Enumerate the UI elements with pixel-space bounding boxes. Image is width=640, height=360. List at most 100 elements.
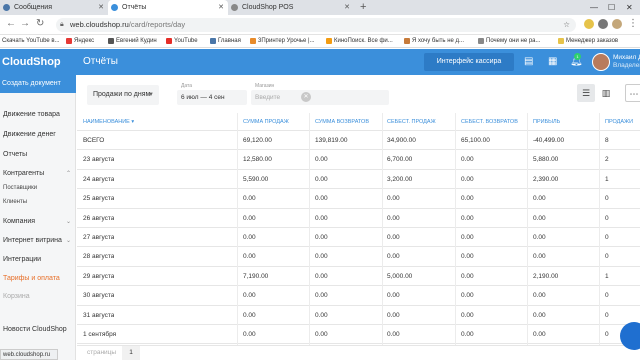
cell-profit: 0.00: [533, 311, 546, 319]
table-row[interactable]: 28 августа 0.00 0.00 0.00 0.00 0.00 0: [77, 247, 640, 267]
bookmark[interactable]: Почему они не ра...: [478, 35, 541, 48]
table-total-row[interactable]: ВСЕГО 69,120.00 139,819.00 34,900.00 65,100.…: [77, 131, 640, 151]
bookmark[interactable]: 3Принтер Урочье |...: [250, 35, 315, 48]
chat-bubble-icon[interactable]: [620, 322, 640, 350]
sidebar-item-reports[interactable]: Отчеты: [3, 151, 27, 158]
export-button[interactable]: ⋯: [625, 84, 640, 102]
sidebar-item-tariffs[interactable]: Тарифы и оплата: [3, 275, 60, 282]
cell-sales: 0.00: [243, 234, 256, 241]
browser-status-url: web.cloudshop.ru: [0, 349, 58, 360]
table-view-icon[interactable]: ☰: [577, 84, 595, 102]
column-header-returns-cost[interactable]: СЕБЕСТ. ВОЗВРАТОВ: [461, 119, 518, 125]
table-row[interactable]: 29 августа 7,190.00 0.00 5,000.00 0.00 2,190.…: [77, 267, 640, 287]
table-row[interactable]: 24 августа 5,590.00 0.00 3,200.00 0.00 2,390.…: [77, 170, 640, 190]
sidebar-item-news[interactable]: Новости CloudShop: [3, 326, 67, 333]
table-row[interactable]: 23 августа 12,580.00 0.00 6,700.00 0.00 5,880…: [77, 150, 640, 170]
date-range-input[interactable]: 6 июл — 4 сен: [177, 90, 247, 105]
cell-name: 23 августа: [83, 156, 115, 164]
avatar[interactable]: [592, 53, 610, 71]
bookmark[interactable]: Скачать YouTube в...: [2, 35, 60, 48]
cell-sales-count: 2: [605, 156, 609, 164]
sidebar-item-contractors[interactable]: Контрагенты: [3, 170, 44, 177]
browser-tab-pos[interactable]: CloudShop POS ✕: [228, 0, 354, 15]
store-input[interactable]: Введите: [251, 90, 389, 105]
user-menu[interactable]: Михаил Д Владелец: [613, 54, 640, 70]
bookmark-star-icon[interactable]: ☆: [563, 18, 570, 32]
column-header-sales-count[interactable]: ПРОДАЖИ: [605, 119, 633, 125]
table-row[interactable]: 27 августа 0.00 0.00 0.00 0.00 0.00 0: [77, 228, 640, 248]
reload-icon[interactable]: ↻: [36, 18, 44, 29]
cashier-interface-button[interactable]: Интерфейс кассира: [424, 53, 514, 71]
back-icon[interactable]: ←: [6, 18, 16, 29]
chevron-down-icon[interactable]: ⌄: [66, 218, 71, 225]
cell-profit: 0.00: [533, 253, 546, 261]
bookmark[interactable]: Евгений Кудин: [108, 35, 157, 48]
bookmark[interactable]: Яндекс: [66, 35, 94, 48]
clear-icon[interactable]: ✕: [301, 92, 311, 102]
chevron-down-icon[interactable]: ⌄: [66, 237, 71, 244]
bookmark-label: Яндекс: [74, 38, 95, 44]
table-row[interactable]: 30 августа 0.00 0.00 0.00 0.00 0.00 0: [77, 286, 640, 306]
sidebar-item-integrations[interactable]: Интеграции: [3, 256, 41, 263]
cell-returns-cost: 0.00: [461, 311, 474, 319]
chart-view-icon[interactable]: ▥: [597, 84, 615, 102]
sidebar-item-money-movement[interactable]: Движение денег: [3, 131, 56, 138]
page-number-button[interactable]: 1: [122, 346, 140, 360]
extension-icon[interactable]: [584, 19, 594, 29]
cell-name: 30 августа: [83, 292, 115, 300]
date-label: Дата: [181, 83, 193, 89]
chevron-up-icon[interactable]: ⌃: [66, 170, 71, 177]
grouping-select[interactable]: Продажи по дням ▼: [87, 85, 159, 105]
sidebar-item-trash[interactable]: Корзина: [3, 293, 30, 300]
table-row[interactable]: 1 сентября 0.00 0.00 0.00 0.00 0.00 0: [77, 325, 640, 345]
brand-logo[interactable]: CloudShop: [0, 49, 76, 75]
new-tab-button[interactable]: +: [360, 0, 366, 15]
maximize-icon[interactable]: ☐: [608, 0, 615, 15]
extension-icon[interactable]: [598, 19, 608, 29]
close-window-icon[interactable]: ✕: [626, 0, 633, 15]
column-header-sales-cost[interactable]: СЕБЕСТ. ПРОДАЖ: [387, 119, 436, 125]
bookmark[interactable]: Менеджер заказов: [558, 35, 618, 48]
cell-returns: 0.00: [315, 195, 328, 203]
close-icon[interactable]: ✕: [98, 0, 104, 15]
sidebar-item-suppliers[interactable]: Поставщики: [3, 185, 37, 191]
browser-tab-reports[interactable]: Отчёты ✕: [108, 0, 228, 15]
vk-icon: [210, 38, 216, 44]
create-document-button[interactable]: Создать документ: [0, 75, 76, 93]
table-row[interactable]: 31 августа 0.00 0.00 0.00 0.00 0.00 0: [77, 306, 640, 325]
browser-tab-messages[interactable]: Сообщения ✕: [0, 0, 108, 15]
url-input[interactable]: 🔒︎ web.cloudshop.ru/card/reports/day ☆: [56, 18, 576, 32]
bookmark[interactable]: Главная: [210, 35, 241, 48]
bookmark[interactable]: YouTube: [166, 35, 198, 48]
bookmark[interactable]: КиноПоиск. Все фи...: [326, 35, 393, 48]
grid-icon[interactable]: ▦: [548, 49, 557, 75]
tab-title: Отчёты: [122, 4, 147, 11]
sidebar-item-online-store[interactable]: Интернет витрина: [3, 237, 62, 244]
sidebar-item-goods-movement[interactable]: Движение товара: [3, 111, 60, 118]
column-header-name[interactable]: НАИМЕНОВАНИЕ ▾: [83, 119, 134, 125]
column-header-sales[interactable]: СУММА ПРОДАЖ: [243, 119, 289, 125]
column-header-returns[interactable]: СУММА ВОЗВРАТОВ: [315, 119, 369, 125]
sidebar-item-clients[interactable]: Клиенты: [3, 199, 27, 205]
sidebar-item-company[interactable]: Компания: [3, 218, 35, 225]
monitor-icon[interactable]: ▤: [524, 49, 533, 75]
minimize-icon[interactable]: —: [590, 0, 598, 15]
close-icon[interactable]: ✕: [344, 0, 350, 15]
cell-returns: 0.00: [315, 311, 328, 319]
profile-icon[interactable]: [612, 19, 622, 29]
table-row[interactable]: 25 августа 0.00 0.00 0.00 0.00 0.00 0: [77, 189, 640, 209]
close-icon[interactable]: ✕: [218, 0, 224, 15]
table-row[interactable]: 26 августа 0.00 0.00 0.00 0.00 0.00 0: [77, 209, 640, 228]
cell-name: 28 августа: [83, 253, 115, 261]
cell-sales-count: 0: [605, 195, 609, 203]
table-header: НАИМЕНОВАНИЕ ▾ СУММА ПРОДАЖ СУММА ВОЗВРА…: [77, 113, 640, 131]
forward-icon[interactable]: →: [20, 18, 30, 29]
cell-sales-cost: 0.00: [387, 331, 400, 338]
menu-kebab-icon[interactable]: ⋮: [628, 18, 638, 29]
cell-returns-cost: 0.00: [461, 292, 474, 300]
cell-sales-cost: 0.00: [387, 195, 400, 203]
bookmark[interactable]: Я хочу быть не д...: [404, 35, 464, 48]
cell-name: 26 августа: [83, 214, 115, 222]
cell-sales-cost: 0.00: [387, 292, 400, 300]
column-header-profit[interactable]: ПРИБЫЛЬ: [533, 119, 560, 125]
